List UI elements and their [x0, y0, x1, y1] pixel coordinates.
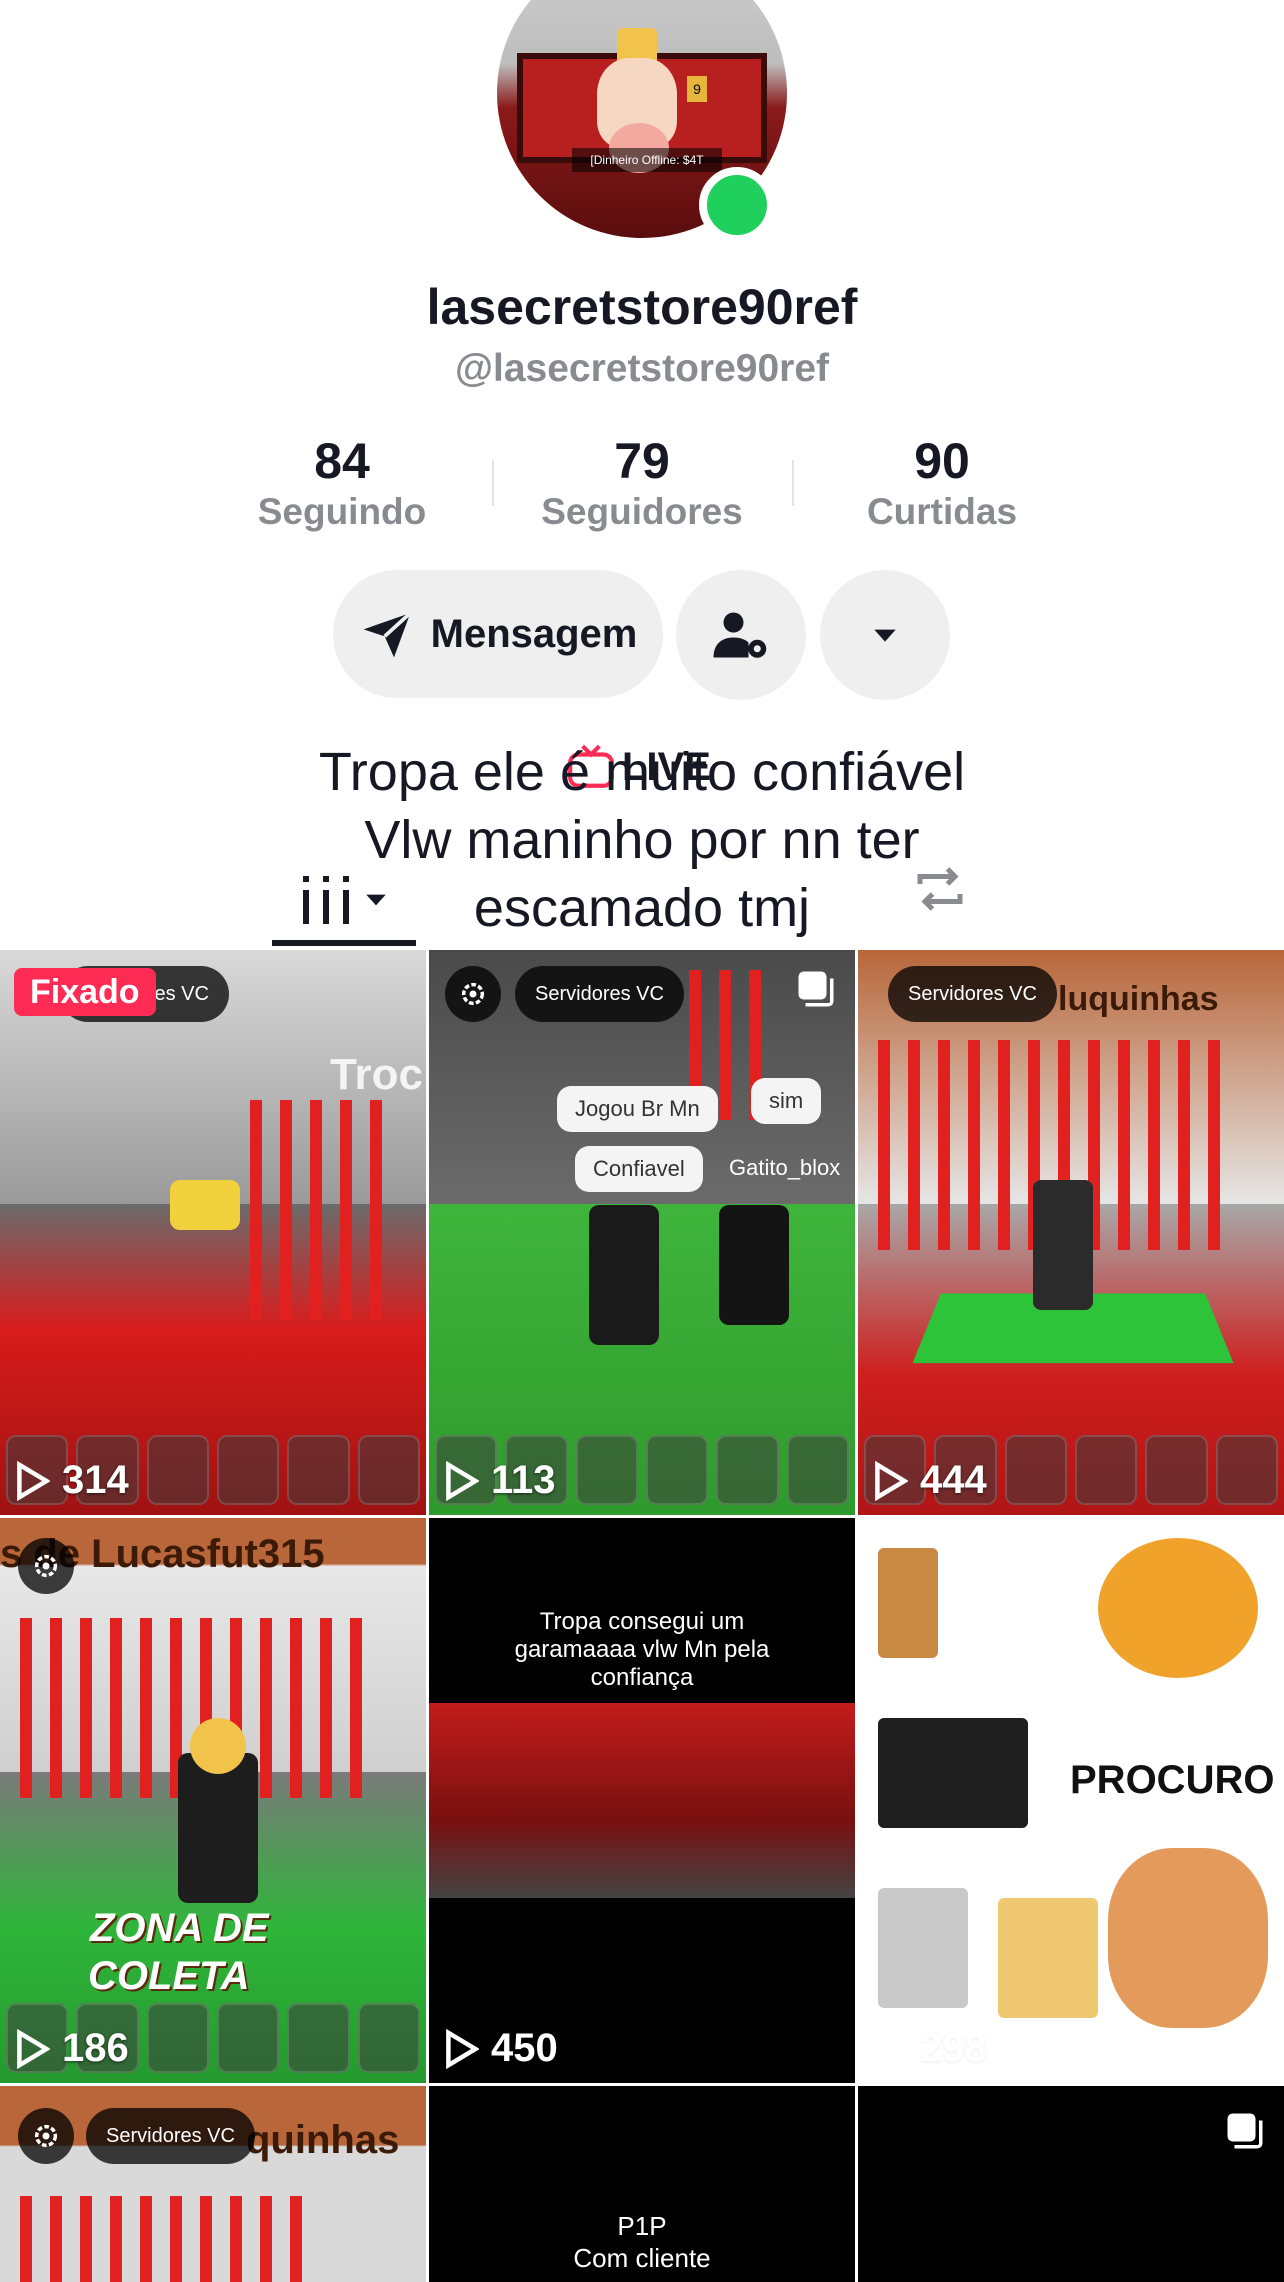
video-tile[interactable]: Troc Servidores VC 314 — [0, 950, 426, 1515]
more-options-button[interactable] — [820, 570, 950, 700]
pinned-badge: Fixado — [14, 968, 156, 1016]
view-count: 314 — [14, 1458, 129, 1503]
video-tile[interactable]: luquinhas Servidores VC 444 — [858, 950, 1284, 1515]
stat-likes[interactable]: 90 Curtidas — [812, 432, 1072, 534]
send-icon — [363, 611, 412, 658]
tile-character — [1098, 1538, 1258, 1678]
server-pill: Servidores VC — [86, 2108, 255, 2164]
video-tile[interactable]: quinhas Servidores VC — [0, 2086, 426, 2282]
tile-character — [1108, 1848, 1268, 2028]
play-icon — [875, 2028, 908, 2069]
video-caption: Com cliente — [573, 2243, 711, 2273]
stat-followers-label: Seguidores — [541, 491, 743, 532]
video-tile[interactable]: Tropa consegui um garamaaaa vlw Mn pela … — [429, 1518, 855, 2083]
tile-character — [878, 1888, 968, 2008]
tile-sign: Troc — [330, 1050, 423, 1099]
stat-followers-count: 79 — [614, 433, 670, 489]
settings-gear — [18, 2108, 74, 2164]
chat-bubble: Confiavel — [575, 1146, 703, 1192]
stat-divider — [792, 460, 794, 506]
player-name-tag: Gatito_blox — [729, 1155, 841, 1180]
settings-gear — [18, 1538, 74, 1594]
chat-bubble: sim — [751, 1078, 822, 1124]
bio-text: Tropa ele é muito confiável Vlw maninho … — [0, 738, 1284, 942]
profile-stats: 84 Seguindo 79 Seguidores 90 Curtidas — [0, 432, 1284, 542]
view-count-value: 298 — [920, 2026, 987, 2070]
embedded-screenshot — [429, 1703, 855, 1898]
view-count: 298 — [872, 2026, 987, 2071]
play-icon — [17, 2028, 50, 2069]
view-count-value: 186 — [62, 2026, 129, 2070]
server-pill: Servidores VC — [888, 966, 1057, 1022]
tile-bars — [20, 2196, 302, 2282]
stat-following[interactable]: 84 Seguindo — [212, 432, 472, 534]
view-count-value: 113 — [491, 1458, 556, 1502]
video-tile[interactable]: s de Lucasfut315 ZONA DE COLETA 186 — [0, 1518, 426, 2083]
play-icon — [17, 1460, 50, 1501]
gear-icon — [461, 982, 485, 1006]
view-count: 444 — [872, 1458, 987, 1503]
caret-down-icon — [874, 629, 896, 642]
avatar-sign: 9 — [687, 76, 707, 102]
message-button[interactable]: Mensagem — [333, 570, 663, 698]
view-count: 186 — [14, 2026, 129, 2071]
bio-line: escamado tmj — [473, 878, 811, 938]
video-caption: Tropa consegui um garamaaaa vlw Mn pela … — [514, 1608, 770, 1691]
zone-label: ZONA DE — [90, 1906, 269, 1950]
tile-bars — [250, 1100, 382, 1320]
play-icon — [875, 1460, 908, 1501]
username-handle: @lasecretstore90ref — [454, 347, 830, 390]
view-count-value: 314 — [62, 1458, 129, 1502]
tile-character — [170, 1180, 240, 1230]
tile-character — [178, 1753, 258, 1903]
chat-bubble: Jogou Br Mn — [557, 1086, 718, 1132]
stat-following-label: Seguindo — [257, 491, 427, 532]
tile-character — [998, 1898, 1098, 2018]
video-tile[interactable]: Servidores VC Jogou Br Mn sim Confiavel … — [429, 950, 855, 1515]
view-count-value: 444 — [920, 1458, 987, 1502]
play-icon — [446, 1460, 479, 1501]
tile-character — [1033, 1180, 1093, 1310]
tile-caption: PROCURO — [1070, 1758, 1275, 1802]
stat-divider — [492, 460, 494, 506]
user-gear-icon — [713, 612, 767, 658]
online-status-dot — [699, 167, 775, 243]
message-button-label: Mensagem — [430, 611, 638, 656]
gear-icon — [34, 2124, 58, 2148]
tile-sign: luquinhas — [1058, 980, 1219, 1018]
tile-sign: quinhas — [246, 2118, 400, 2162]
stat-following-count: 84 — [314, 433, 370, 489]
user-settings-button[interactable] — [676, 570, 806, 700]
bio-line: Tropa ele é muito confiável — [318, 742, 966, 802]
bio-line: Vlw maninho por nn ter — [364, 810, 920, 870]
video-tile[interactable]: P1P Com cliente — [429, 2086, 855, 2282]
gear-icon — [34, 1554, 58, 1578]
view-count: 450 — [443, 2026, 558, 2071]
stat-likes-count: 90 — [914, 433, 970, 489]
view-count-value: 450 — [491, 2026, 558, 2070]
tile-character — [719, 1205, 789, 1325]
play-icon — [446, 2028, 479, 2069]
video-tile[interactable] — [858, 2086, 1284, 2282]
multi-photo-icon — [798, 971, 834, 1007]
tile-character — [878, 1718, 1028, 1828]
video-caption: P1P — [617, 2211, 667, 2241]
server-pill: Servidores VC — [515, 966, 684, 1022]
video-tile[interactable]: PROCURO 298 — [858, 1518, 1284, 2083]
tile-character — [878, 1548, 938, 1658]
settings-gear — [445, 966, 501, 1022]
stat-followers[interactable]: 79 Seguidores — [512, 432, 772, 534]
tile-character — [589, 1205, 659, 1345]
view-count: 113 — [443, 1458, 556, 1503]
avatar-tag: [Dinheiro Offline: $4T — [572, 148, 722, 172]
display-name: lasecretstore90ref — [426, 279, 858, 335]
multi-photo-icon — [1227, 2113, 1263, 2149]
tile-character-head — [190, 1718, 246, 1774]
stat-likes-label: Curtidas — [866, 491, 1018, 532]
